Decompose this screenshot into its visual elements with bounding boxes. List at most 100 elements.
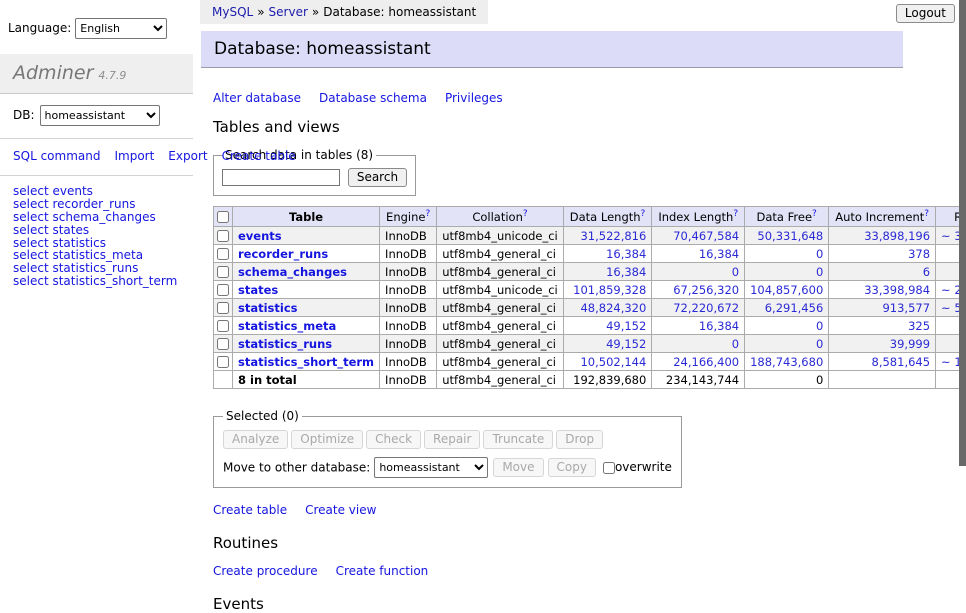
move-db-select[interactable]: homeassistant — [374, 457, 488, 478]
data-length-cell: 10,502,144 — [563, 353, 652, 371]
help-link[interactable]: ? — [425, 209, 430, 219]
repair-button[interactable]: Repair — [424, 430, 480, 449]
table-link-statistics-runs[interactable]: statistics_runs — [238, 337, 332, 351]
sidebar-link-import[interactable]: Import — [114, 149, 154, 163]
sidebar-link-export[interactable]: Export — [168, 149, 207, 163]
table-link-states[interactable]: states — [238, 283, 278, 297]
help-link[interactable]: ? — [733, 209, 738, 219]
link-privileges[interactable]: Privileges — [445, 91, 503, 105]
database-action-links: Alter database Database schema Privileges — [213, 91, 901, 105]
row-checkbox[interactable] — [217, 338, 229, 350]
data-free-cell: 50,331,648 — [745, 227, 829, 245]
selected-action-buttons: AnalyzeOptimizeCheckRepairTruncateDrop — [223, 430, 672, 449]
sidebar-item-select-schema-changes[interactable]: select schema_changes — [13, 211, 180, 224]
check-button[interactable]: Check — [366, 430, 421, 449]
table-row-recorder-runs: recorder_runsInnoDButf8mb4_general_ci16,… — [214, 245, 966, 263]
row-checkbox[interactable] — [217, 266, 229, 278]
index-length-cell: 0 — [652, 263, 745, 281]
sidebar-item-select-statistics-short-term[interactable]: select statistics_short_term — [13, 275, 180, 288]
auto-increment-cell: 325 — [829, 317, 936, 335]
help-link[interactable]: ? — [924, 209, 929, 219]
table-link-events[interactable]: events — [238, 229, 282, 243]
table-link-schema-changes[interactable]: schema_changes — [238, 265, 347, 279]
index-length-cell: 67,256,320 — [652, 281, 745, 299]
help-link[interactable]: ? — [641, 209, 646, 219]
row-checkbox[interactable] — [217, 302, 229, 314]
data-length-cell: 31,522,816 — [563, 227, 652, 245]
column-header-auto-increment: Auto Increment? — [829, 207, 936, 227]
selected-fieldset: Selected (0) AnalyzeOptimizeCheckRepairT… — [213, 409, 682, 488]
logout-button[interactable]: Logout — [896, 4, 955, 23]
index-length-cell: 16,384 — [652, 317, 745, 335]
table-row-events: eventsInnoDButf8mb4_unicode_ci31,522,816… — [214, 227, 966, 245]
breadcrumb-link-mysql[interactable]: MySQL — [212, 5, 253, 19]
link-create-function[interactable]: Create function — [336, 564, 429, 578]
help-link[interactable]: ? — [523, 209, 528, 219]
auto-increment-cell: 39,999 — [829, 335, 936, 353]
move-row: Move to other database: homeassistant Move… — [223, 457, 672, 478]
row-checkbox[interactable] — [217, 356, 229, 368]
column-header-data-length: Data Length? — [563, 207, 652, 227]
column-header-collation: Collation? — [437, 207, 564, 227]
index-length-cell: 24,166,400 — [652, 353, 745, 371]
sidebar-item-select-recorder-runs[interactable]: select recorder_runs — [13, 198, 180, 211]
overwrite-checkbox[interactable] — [603, 462, 615, 474]
sidebar-link-sql-command[interactable]: SQL command — [13, 149, 100, 163]
collation-cell: utf8mb4_unicode_ci — [437, 281, 564, 299]
table-link-statistics-short-term[interactable]: statistics_short_term — [238, 355, 374, 369]
drop-button[interactable]: Drop — [556, 430, 603, 449]
data-length-cell: 101,859,328 — [563, 281, 652, 299]
total-collation: utf8mb4_general_ci — [437, 371, 564, 389]
vertical-scrollbar[interactable] — [959, 0, 966, 466]
row-checkbox[interactable] — [217, 248, 229, 260]
data-free-cell: 0 — [745, 335, 829, 353]
language-select[interactable]: English — [75, 18, 167, 39]
move-label: Move to other database: — [223, 461, 370, 475]
table-total-row: 8 in totalInnoDButf8mb4_general_ci192,83… — [214, 371, 966, 389]
search-button[interactable]: Search — [348, 168, 407, 187]
link-create-view[interactable]: Create view — [305, 503, 376, 517]
engine-cell: InnoDB — [380, 281, 437, 299]
help-link[interactable]: ? — [812, 209, 817, 219]
link-alter-database[interactable]: Alter database — [213, 91, 301, 105]
link-create-table[interactable]: Create table — [213, 503, 287, 517]
row-checkbox[interactable] — [217, 320, 229, 332]
copy-button[interactable]: Copy — [548, 458, 596, 477]
data-free-cell: 0 — [745, 245, 829, 263]
collation-cell: utf8mb4_general_ci — [437, 245, 564, 263]
total-data-free: 0 — [745, 371, 829, 389]
total-index-length: 234,143,744 — [652, 371, 745, 389]
data-free-cell: 0 — [745, 317, 829, 335]
row-checkbox[interactable] — [217, 230, 229, 242]
breadcrumb-link-server[interactable]: Server — [269, 5, 308, 19]
tables-table: TableEngine?Collation?Data Length?Index … — [213, 206, 966, 389]
sidebar-link-create-table[interactable]: Create table — [222, 149, 296, 163]
link-create-procedure[interactable]: Create procedure — [213, 564, 318, 578]
table-link-statistics[interactable]: statistics — [238, 301, 298, 315]
db-label: DB: — [13, 108, 35, 122]
collation-cell: utf8mb4_unicode_ci — [437, 227, 564, 245]
row-checkbox[interactable] — [217, 284, 229, 296]
move-button[interactable]: Move — [493, 458, 543, 477]
sidebar-item-select-states[interactable]: select states — [13, 224, 180, 237]
sidebar-menu: SQL commandImportExportCreate table — [0, 139, 193, 176]
routine-links: Create procedure Create function — [213, 564, 901, 578]
app-name: Adminer — [13, 62, 93, 84]
truncate-button[interactable]: Truncate — [483, 430, 553, 449]
analyze-button[interactable]: Analyze — [223, 430, 288, 449]
app-logo: Adminer4.7.9 — [0, 54, 193, 94]
table-link-statistics-meta[interactable]: statistics_meta — [238, 319, 336, 333]
data-length-cell: 48,824,320 — [563, 299, 652, 317]
select-all-cell — [214, 207, 233, 227]
select-all-checkbox[interactable] — [217, 211, 229, 223]
db-select[interactable]: homeassistant — [40, 105, 160, 126]
breadcrumb-separator: » — [312, 5, 319, 19]
data-length-cell: 49,152 — [563, 335, 652, 353]
table-header-row: TableEngine?Collation?Data Length?Index … — [214, 207, 966, 227]
optimize-button[interactable]: Optimize — [291, 430, 363, 449]
link-database-schema[interactable]: Database schema — [319, 91, 427, 105]
table-link-recorder-runs[interactable]: recorder_runs — [238, 247, 328, 261]
data-length-cell: 16,384 — [563, 245, 652, 263]
column-header-data-free: Data Free? — [745, 207, 829, 227]
search-input[interactable] — [222, 169, 340, 186]
